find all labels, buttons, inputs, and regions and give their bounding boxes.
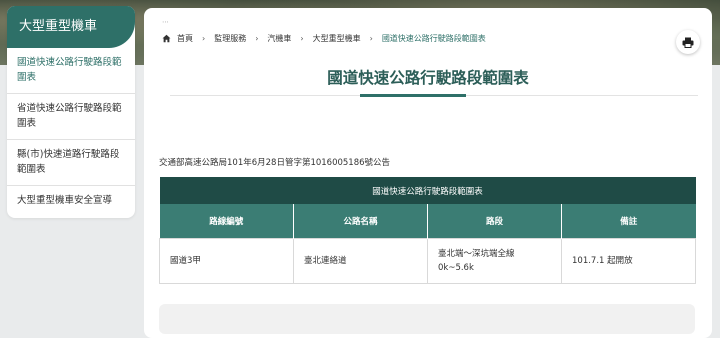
breadcrumb-item-current: 國道快速公路行駛路段範圍表 xyxy=(381,33,486,43)
breadcrumb: 首頁 › 監理服務 › 汽機車 › 大型重型機車 › 國道快速公路行駛路段範圍表 xyxy=(162,32,486,44)
breadcrumb-separator: › xyxy=(369,33,373,43)
table-row: 國道3甲 臺北連絡道 臺北端～深坑端全線 0k~5.6k 101.7.1 起開放 xyxy=(159,238,697,284)
cell-section-line1: 臺北端～深坑端全線 xyxy=(438,249,515,259)
print-button[interactable] xyxy=(676,30,700,54)
print-icon xyxy=(682,37,694,48)
route-table: 國道快速公路行駛路段範圍表 路線編號 公路名稱 路段 備註 國道3甲 臺北連絡道… xyxy=(159,177,697,284)
breadcrumb-home[interactable]: 首頁 xyxy=(177,33,193,44)
main-content: ⋯ 首頁 › 監理服務 › 汽機車 › 大型重型機車 › 國道快速公路行駛路段範… xyxy=(144,8,712,338)
sidebar: 大型重型機車 國道快速公路行駛路段範圍表 省道快速公路行駛路段範圍表 縣(市)快… xyxy=(7,6,135,218)
dots-icon: ⋯ xyxy=(162,18,170,26)
breadcrumb-item-vehicle[interactable]: 汽機車 xyxy=(267,33,291,44)
column-header-note: 備註 xyxy=(561,204,696,239)
sidebar-item-provincial-expressway[interactable]: 省道快速公路行駛路段範圍表 xyxy=(7,94,135,140)
sidebar-item-national-expressway[interactable]: 國道快速公路行駛路段範圍表 xyxy=(7,48,135,94)
breadcrumb-item-service[interactable]: 監理服務 xyxy=(214,33,246,44)
cell-section: 臺北端～深坑端全線 0k~5.6k xyxy=(427,238,562,284)
breadcrumb-separator: › xyxy=(202,33,206,43)
announcement-text: 交通部高速公路局101年6月28日管字第1016005186號公告 xyxy=(159,158,391,168)
column-header-section: 路段 xyxy=(427,204,562,239)
page-title: 國道快速公路行駛路段範圍表 xyxy=(327,69,529,87)
title-accent-bar xyxy=(360,94,466,97)
breadcrumb-item-heavy-motorcycle[interactable]: 大型重型機車 xyxy=(313,33,361,44)
breadcrumb-separator: › xyxy=(300,33,304,43)
cell-note: 101.7.1 起開放 xyxy=(560,238,697,284)
sidebar-item-safety-promotion[interactable]: 大型重型機車安全宣導 xyxy=(7,186,135,218)
cell-name: 臺北連絡道 xyxy=(293,238,428,284)
sidebar-title: 大型重型機車 xyxy=(7,6,135,48)
sidebar-item-county-expressway[interactable]: 縣(市)快速道路行駛路段範圍表 xyxy=(7,140,135,186)
column-header-route: 路線編號 xyxy=(159,204,294,239)
cell-route: 國道3甲 xyxy=(159,238,294,284)
column-header-name: 公路名稱 xyxy=(293,204,428,239)
info-box xyxy=(159,304,695,334)
breadcrumb-separator: › xyxy=(255,33,259,43)
table-caption: 國道快速公路行駛路段範圍表 xyxy=(159,177,696,204)
home-icon[interactable] xyxy=(162,34,171,43)
cell-section-line2: 0k~5.6k xyxy=(438,263,474,273)
